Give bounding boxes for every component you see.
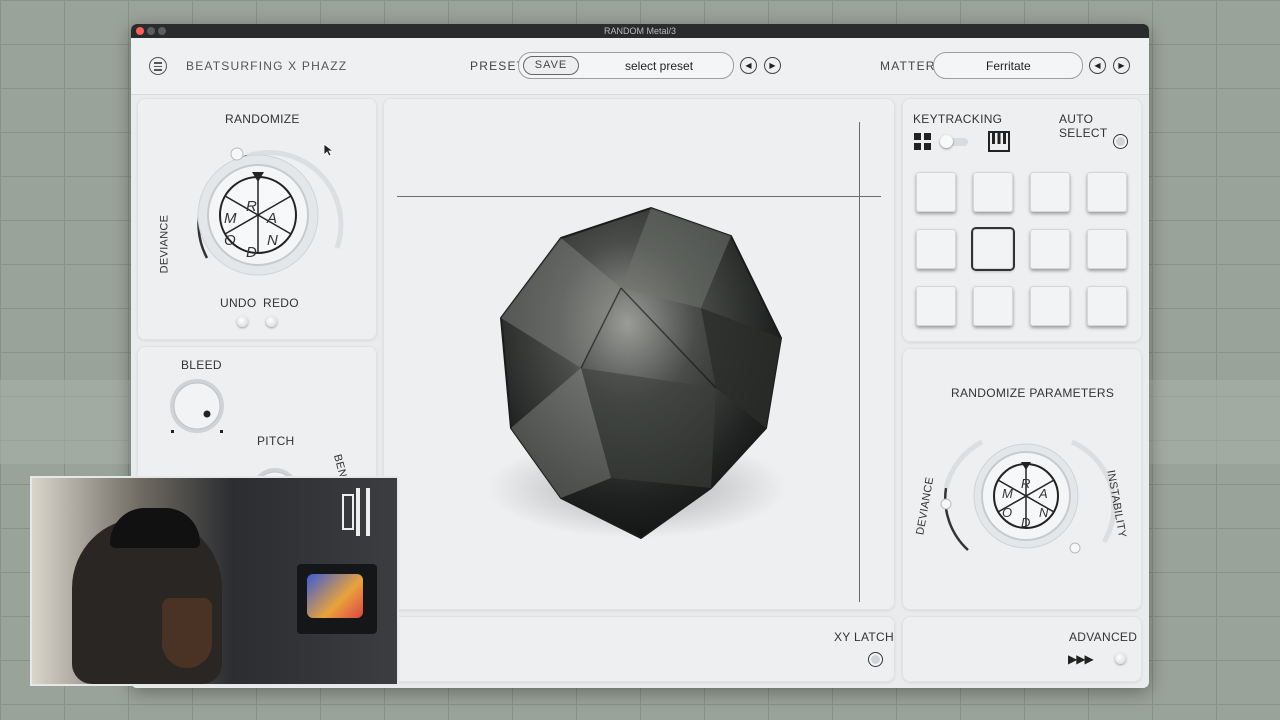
pad-4[interactable] <box>1087 172 1127 212</box>
wheel-letter-d: D <box>246 244 257 261</box>
window-title: RANDOM Metal/3 <box>603 26 676 36</box>
params-wheel-letter-o: O <box>1002 505 1013 520</box>
wheel-letter-r: R <box>246 198 257 215</box>
minimize-window-button[interactable] <box>147 27 155 35</box>
pad-9[interactable] <box>916 286 956 326</box>
title-bar: RANDOM Metal/3 <box>131 24 1149 38</box>
wheel-letter-m: M <box>224 210 237 227</box>
randomize-panel: RANDOMIZE R A N D O M DEVIANCE UNDO REDO <box>137 98 377 340</box>
randomize-parameters-knob[interactable] <box>922 432 1122 562</box>
save-button[interactable]: SAVE <box>523 56 579 75</box>
cursor-icon <box>323 143 333 157</box>
params-wheel-letter-r: R <box>1021 476 1031 491</box>
undo-label: UNDO <box>220 296 257 310</box>
brand-name: BEATSURFING X PHAZZ <box>186 59 348 73</box>
menu-icon[interactable] <box>149 57 167 75</box>
redo-button[interactable] <box>266 316 277 327</box>
keytracking-panel: KEYTRACKING AUTO SELECT <box>902 98 1142 342</box>
bleed-label: BLEED <box>181 358 222 372</box>
preset-prev-button[interactable]: ◀ <box>740 57 757 74</box>
webcam-overlay <box>30 476 399 686</box>
matter-label: MATTER <box>880 59 936 73</box>
xy-vertical-line[interactable] <box>859 122 860 602</box>
webcam-logo-icon <box>342 488 380 536</box>
xy-horizontal-line <box>397 196 881 197</box>
matter-value: Ferritate <box>986 59 1031 73</box>
pad-11[interactable] <box>1030 286 1070 326</box>
crt-screen <box>307 574 363 618</box>
rock-object <box>487 206 787 540</box>
auto-select-toggle[interactable] <box>1113 134 1128 149</box>
preset-value: select preset <box>625 59 694 73</box>
randomize-parameters-panel: RANDOMIZE PARAMETERS R A N D O M DEVIANC… <box>902 348 1142 610</box>
xy-latch-panel: XY LATCH <box>383 616 895 682</box>
wheel-letter-a: A <box>267 210 278 227</box>
xy-pad[interactable] <box>383 98 895 610</box>
pad-3[interactable] <box>1030 172 1070 212</box>
pad-2[interactable] <box>973 172 1013 212</box>
grid-icon[interactable] <box>913 132 933 152</box>
matter-prev-button[interactable]: ◀ <box>1089 57 1106 74</box>
pitch-label: PITCH <box>257 434 295 448</box>
pad-1[interactable] <box>916 172 956 212</box>
person-beard <box>162 598 212 668</box>
preset-label: PRESET <box>470 59 526 73</box>
params-wheel-letter-d: D <box>1021 515 1031 530</box>
toggle-thumb[interactable] <box>940 135 953 148</box>
deviance-label: DEVIANCE <box>158 214 171 274</box>
pad-8[interactable] <box>1087 229 1127 269</box>
xy-latch-toggle[interactable] <box>868 652 883 667</box>
close-window-button[interactable] <box>136 27 144 35</box>
zoom-window-button[interactable] <box>158 27 166 35</box>
wheel-letter-n: N <box>267 232 278 249</box>
bleed-knob[interactable] <box>165 376 229 440</box>
pad-6-selected[interactable] <box>973 229 1013 269</box>
preset-selector[interactable]: SAVE select preset <box>518 52 734 79</box>
params-wheel-letter-a: A <box>1039 486 1048 501</box>
matter-next-button[interactable]: ▶ <box>1113 57 1130 74</box>
auto-select-label: AUTO SELECT <box>1059 112 1108 140</box>
undo-button[interactable] <box>237 316 248 327</box>
advanced-label: ADVANCED <box>1069 630 1138 644</box>
header-bar: BEATSURFING X PHAZZ PRESET SAVE select p… <box>131 38 1149 95</box>
piano-icon[interactable] <box>988 131 1010 153</box>
crt-tv <box>297 564 377 634</box>
redo-label: REDO <box>263 296 299 310</box>
keytracking-label: KEYTRACKING <box>913 112 1003 126</box>
pad-5[interactable] <box>916 229 956 269</box>
advanced-arrows-icon[interactable]: ▶▶▶ <box>1068 652 1094 666</box>
randomize-parameters-label: RANDOMIZE PARAMETERS <box>951 386 1115 400</box>
params-wheel-letter-m: M <box>1002 486 1013 501</box>
advanced-panel: ADVANCED ▶▶▶ <box>902 616 1142 682</box>
wheel-letter-o: O <box>224 232 236 249</box>
keytracking-toggle[interactable] <box>940 135 968 148</box>
randomize-knob[interactable] <box>157 138 357 288</box>
pad-12[interactable] <box>1087 286 1127 326</box>
params-wheel-letter-n: N <box>1039 505 1049 520</box>
xy-latch-label: XY LATCH <box>834 630 894 644</box>
randomize-label: RANDOMIZE <box>225 112 300 126</box>
pad-7[interactable] <box>1030 229 1070 269</box>
pad-10[interactable] <box>973 286 1013 326</box>
matter-selector[interactable]: Ferritate <box>933 52 1083 79</box>
advanced-toggle[interactable] <box>1115 653 1126 664</box>
preset-next-button[interactable]: ▶ <box>764 57 781 74</box>
